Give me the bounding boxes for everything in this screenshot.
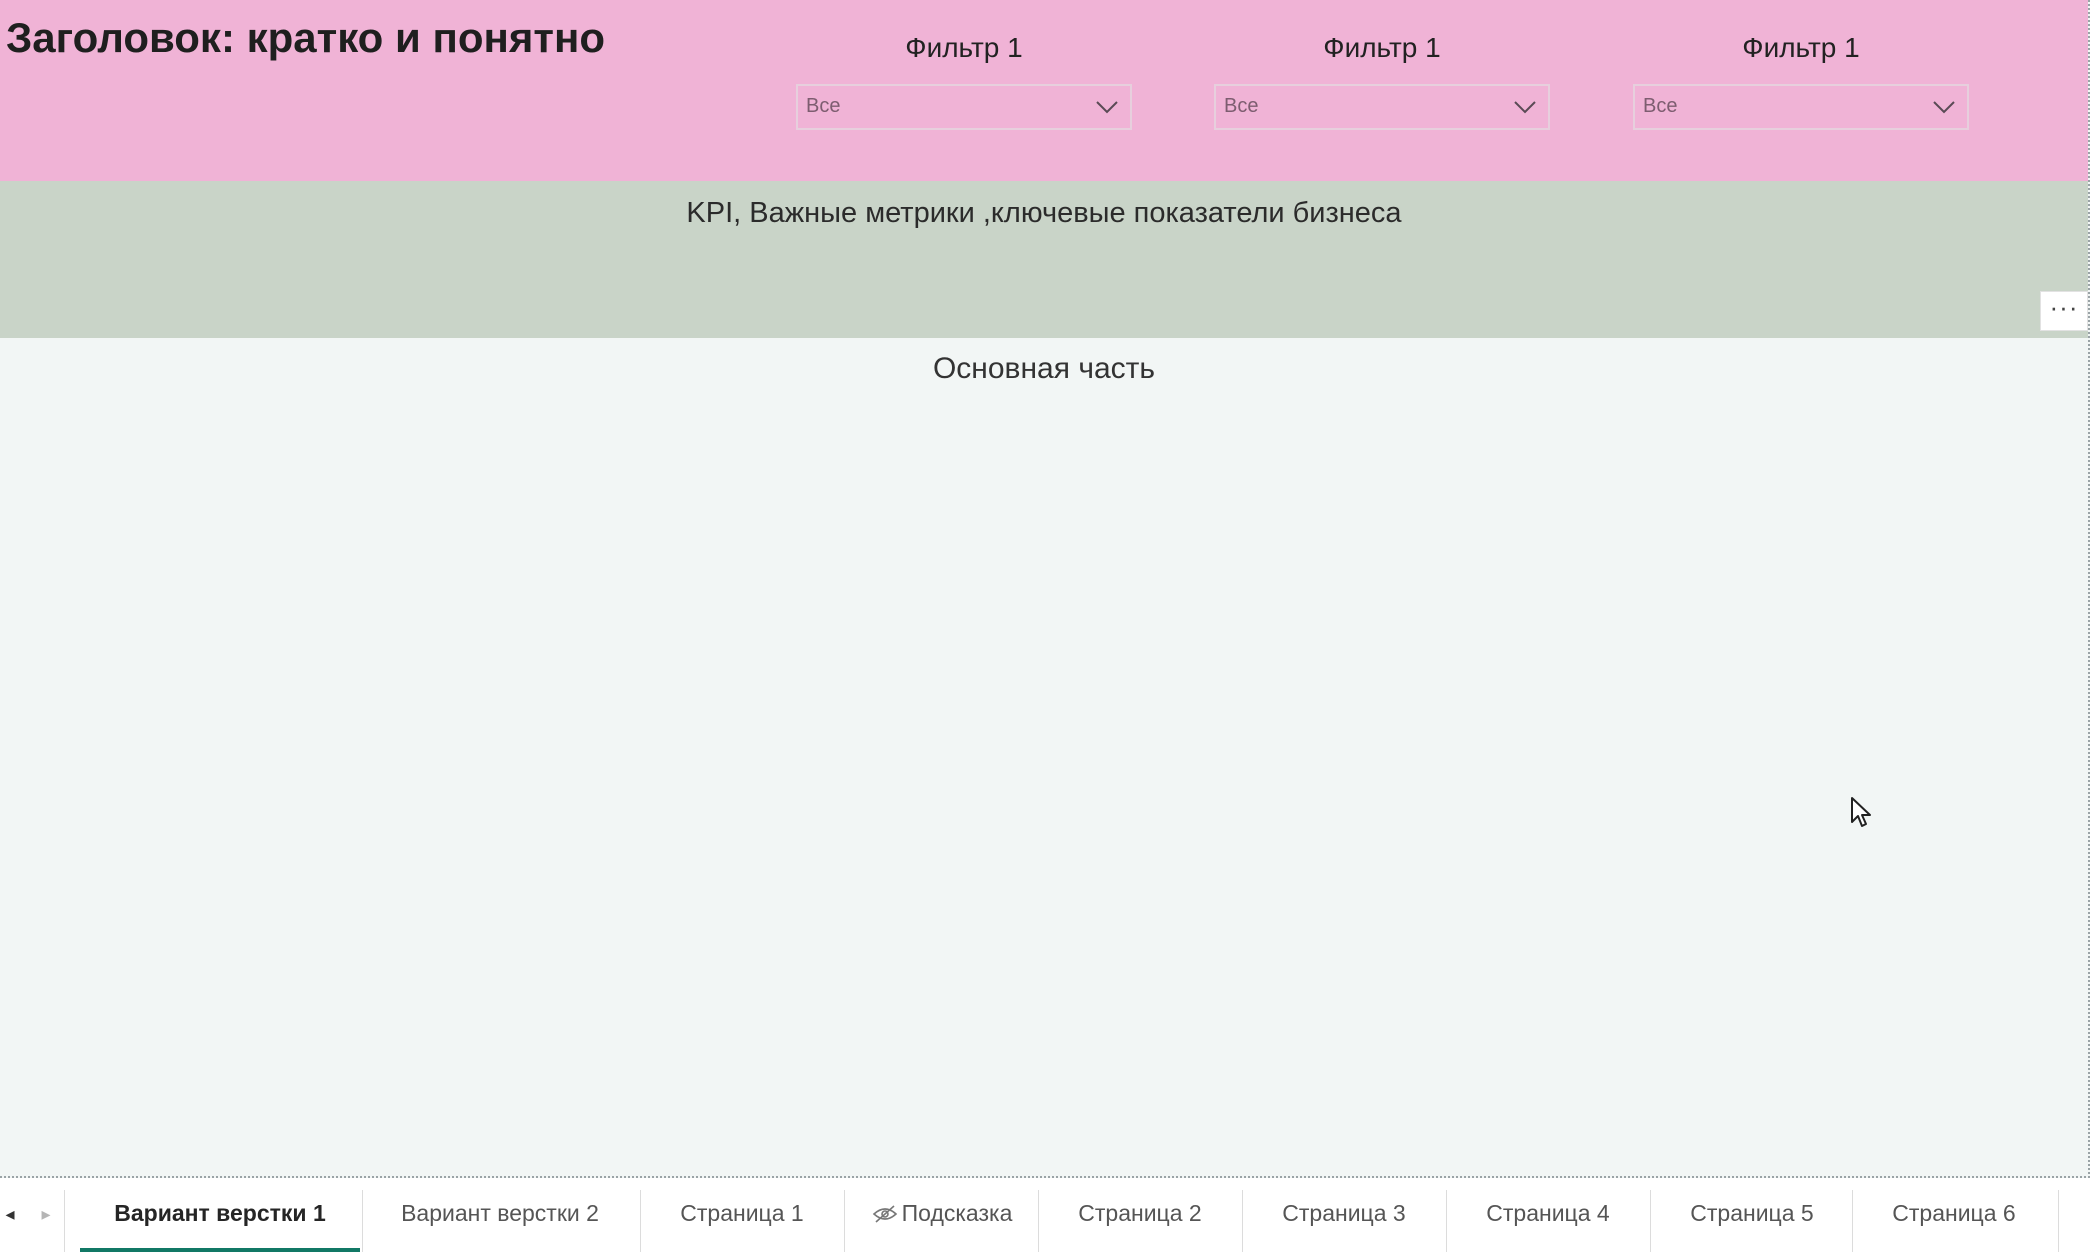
tab-divider xyxy=(1650,1190,1651,1252)
header-band: Заголовок: кратко и понятно Фильтр 1 Все… xyxy=(0,0,2088,181)
filter-slicer-3: Фильтр 1 Все xyxy=(1633,28,1969,130)
tab-divider xyxy=(1242,1190,1243,1252)
chevron-down-icon xyxy=(1933,101,1955,114)
mouse-cursor-icon xyxy=(1851,797,1871,827)
tab-hint[interactable]: Подсказка xyxy=(846,1178,1038,1252)
tab-divider xyxy=(362,1190,363,1252)
tab-divider xyxy=(2058,1190,2059,1252)
chevron-down-icon xyxy=(1514,101,1536,114)
chevron-down-icon xyxy=(1096,101,1118,114)
hidden-eye-icon xyxy=(872,1205,897,1223)
filter-value: Все xyxy=(1224,95,1259,117)
tabs-next-button[interactable]: ▸ xyxy=(36,1202,56,1226)
filter-label: Фильтр 1 xyxy=(905,32,1023,63)
filter-dropdown-3[interactable]: Все xyxy=(1633,84,1969,130)
tab-page-2[interactable]: Страница 2 xyxy=(1040,1178,1240,1252)
tab-variant-1[interactable]: Вариант верстки 1 xyxy=(80,1178,360,1252)
more-options-button[interactable]: ··· xyxy=(2040,291,2088,331)
filter-slicer-2: Фильтр 1 Все xyxy=(1214,28,1550,130)
tab-page-4[interactable]: Страница 4 xyxy=(1448,1178,1648,1252)
filter-dropdown-2[interactable]: Все xyxy=(1214,84,1550,130)
filter-label: Фильтр 1 xyxy=(1742,32,1860,63)
tab-page-1[interactable]: Страница 1 xyxy=(642,1178,842,1252)
filter-slicer-1: Фильтр 1 Все xyxy=(796,28,1132,130)
page-title: Заголовок: кратко и понятно xyxy=(6,14,605,61)
filter-value: Все xyxy=(806,95,841,117)
filter-label: Фильтр 1 xyxy=(1323,32,1441,63)
tab-divider xyxy=(1852,1190,1853,1252)
tab-divider xyxy=(1038,1190,1039,1252)
main-title: Основная часть xyxy=(932,352,1156,385)
tab-variant-2[interactable]: Вариант верстки 2 xyxy=(364,1178,636,1252)
kpi-band[interactable]: KPI, Важные метрики ,ключевые показатели… xyxy=(0,181,2088,338)
tab-divider xyxy=(640,1190,641,1252)
filter-value: Все xyxy=(1643,95,1678,117)
main-area: Основная часть xyxy=(0,338,2088,1176)
kpi-text: KPI, Важные метрики ,ключевые показатели… xyxy=(686,197,1402,229)
tab-hint-label: Подсказка xyxy=(901,1200,1013,1226)
tab-divider xyxy=(64,1190,65,1252)
page-tabs-bar: ◂ ▸ Вариант верстки 1 Вариант верстки 2 … xyxy=(0,1178,2096,1258)
tab-divider xyxy=(844,1190,845,1252)
tab-page-5[interactable]: Страница 5 xyxy=(1652,1178,1852,1252)
filter-dropdown-1[interactable]: Все xyxy=(796,84,1132,130)
tab-page-3[interactable]: Страница 3 xyxy=(1244,1178,1444,1252)
tab-page-6[interactable]: Страница 6 xyxy=(1854,1178,2054,1252)
report-canvas: Заголовок: кратко и понятно Фильтр 1 Все… xyxy=(0,0,2090,1178)
tab-divider xyxy=(1446,1190,1447,1252)
tabs-prev-button[interactable]: ◂ xyxy=(0,1202,20,1226)
